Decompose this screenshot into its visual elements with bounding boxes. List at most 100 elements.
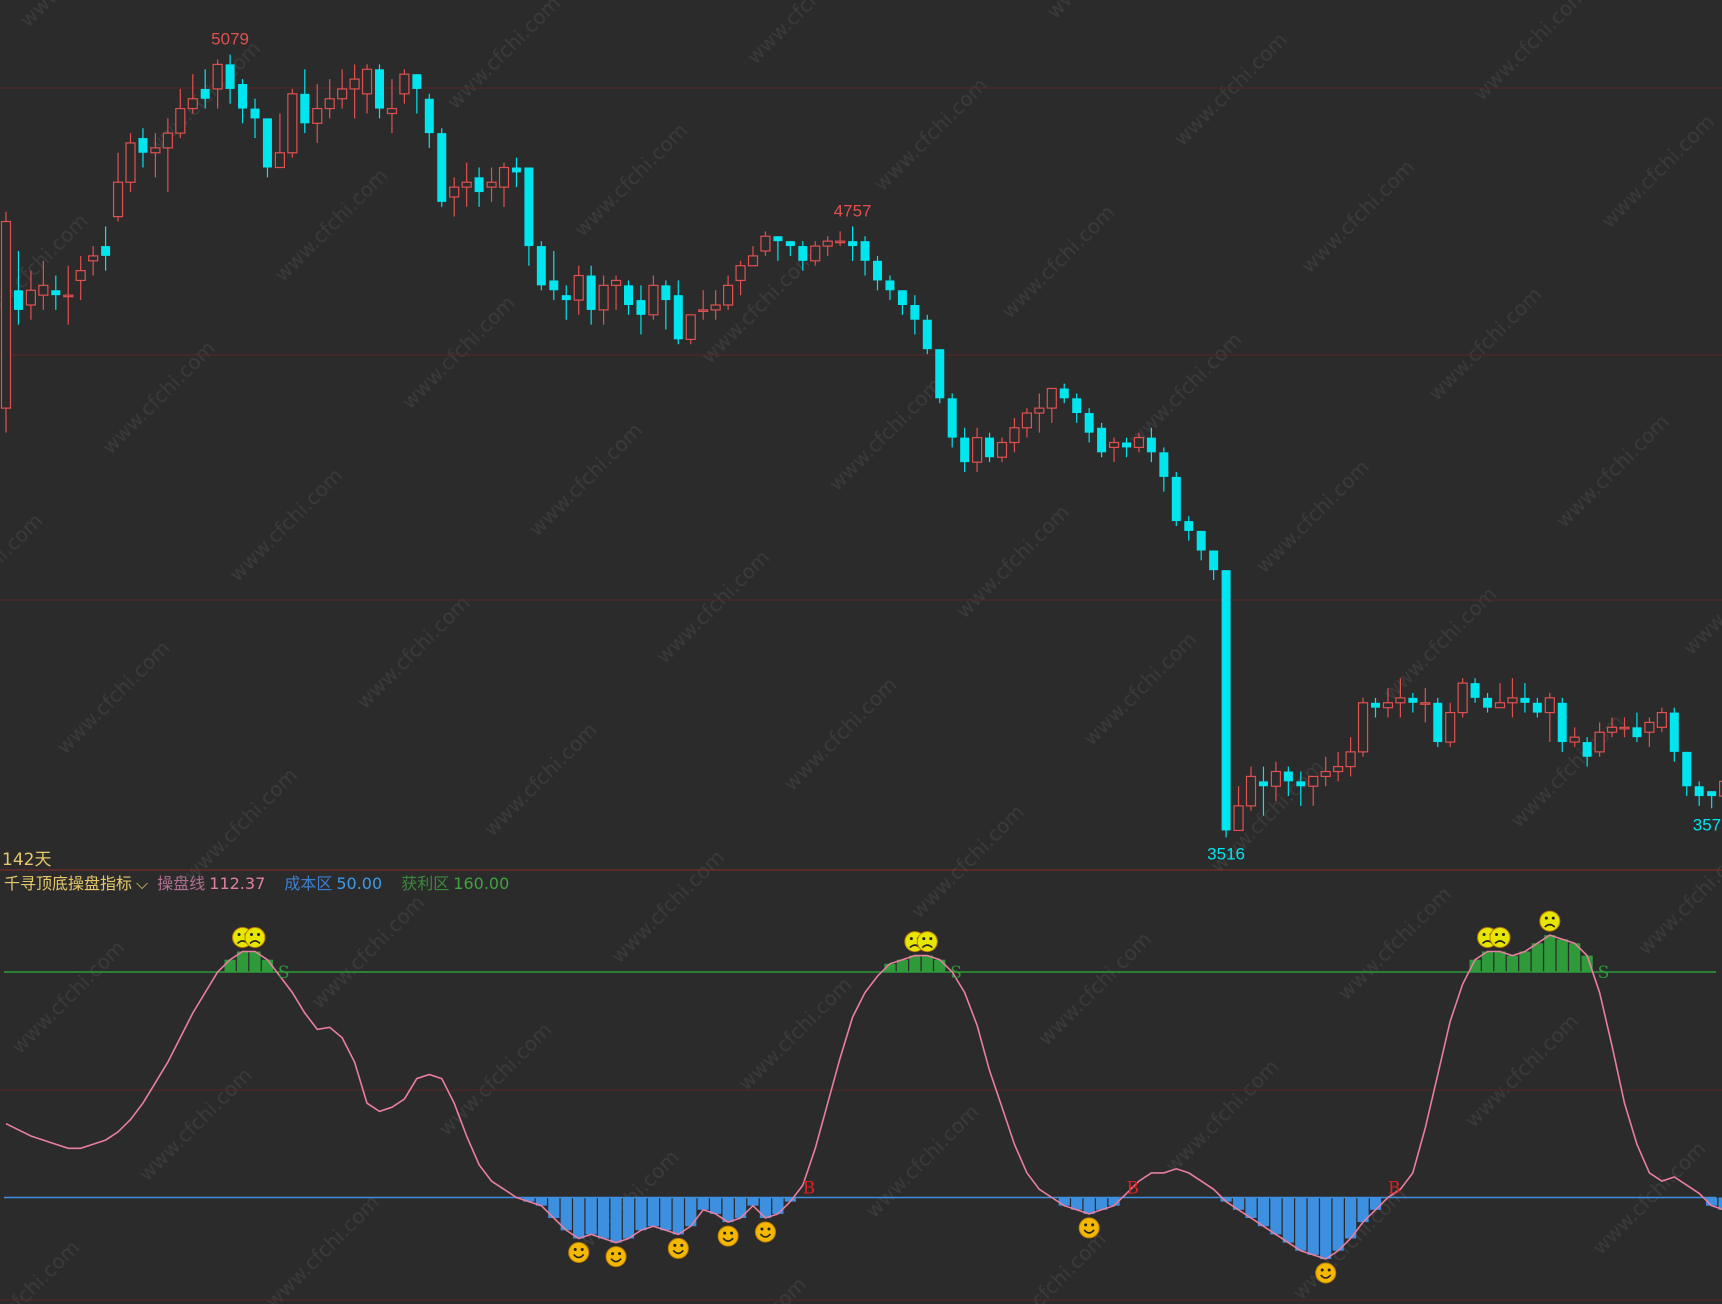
candle-body: [486, 181, 497, 188]
candle-body: [1320, 770, 1331, 778]
candle-body: [573, 274, 584, 301]
candle-body: [996, 441, 1008, 458]
smile-icon: [568, 1242, 590, 1263]
price-extreme-label: 3516: [1207, 844, 1245, 863]
indicator-header: 千寻顶底操盘指标 ⌵ 操盘线 112.37 成本区 50.00 获利区 160.00: [4, 870, 513, 894]
candle-body: [860, 241, 870, 261]
candle-body: [1395, 697, 1406, 704]
candle-body: [112, 181, 124, 218]
candle-body: [1046, 387, 1057, 409]
chevron-down-icon[interactable]: ⌵: [136, 874, 148, 893]
candle-body: [1233, 805, 1244, 832]
smile-icon: [754, 1221, 776, 1243]
candle-body: [835, 240, 846, 244]
candle-body: [960, 437, 970, 463]
candle-body: [586, 275, 596, 310]
candle-body: [1532, 702, 1542, 713]
candle-body: [138, 138, 148, 153]
candle-body: [698, 309, 709, 313]
candle-body: [511, 167, 521, 173]
candle-body: [375, 69, 384, 109]
candle-body: [785, 241, 795, 247]
candle-body: [598, 284, 609, 311]
candle-body: [873, 260, 882, 281]
candle-body: [1656, 711, 1667, 728]
candle-body: [212, 63, 223, 90]
candle-body: [1009, 427, 1020, 444]
candle-body: [1520, 697, 1530, 703]
candle-body: [1159, 452, 1169, 477]
candle-body: [287, 93, 298, 154]
candle-body: [324, 98, 335, 110]
candle-body: [561, 295, 571, 301]
candle-body: [822, 240, 833, 247]
candle-body: [461, 181, 472, 188]
candle-body: [412, 74, 422, 89]
candle-body: [1382, 702, 1394, 709]
smile-icon: [605, 1246, 627, 1268]
candle-body: [1619, 726, 1630, 730]
candle-body: [262, 118, 272, 168]
candle-body: [75, 270, 86, 282]
candle-body: [1196, 530, 1206, 551]
candle-body: [13, 290, 23, 310]
price-extreme-label: 4757: [834, 201, 872, 220]
candle-body: [1606, 726, 1618, 733]
candle-body: [274, 152, 285, 169]
candle-body: [760, 235, 771, 252]
buy-signal-label: B: [803, 1179, 816, 1199]
candle-body: [1184, 521, 1194, 531]
candle-body: [175, 107, 186, 134]
frown-icon: [244, 927, 266, 948]
candle-body: [437, 133, 447, 202]
candle-body: [1072, 398, 1082, 414]
candle-body: [1457, 682, 1468, 714]
candle-body: [1371, 702, 1380, 708]
candle-body: [536, 246, 546, 286]
smile-icon: [1315, 1262, 1337, 1284]
days-count-label: 142天: [2, 850, 52, 870]
candle-body: [1245, 775, 1257, 807]
smile-icon: [717, 1225, 739, 1247]
candle-body: [349, 78, 360, 90]
candle-body: [498, 166, 510, 188]
candle-body: [1483, 697, 1493, 708]
candle-body: [88, 255, 99, 262]
frown-icon: [916, 931, 938, 953]
line-value: 112.37: [209, 874, 266, 893]
candle-body: [1296, 781, 1306, 787]
candle-body: [1333, 766, 1344, 773]
candle-body: [985, 437, 995, 458]
candle-body: [1171, 476, 1181, 522]
candle-body: [1146, 437, 1156, 453]
candle-body: [636, 300, 646, 315]
candle-body: [25, 289, 36, 306]
profit-value: 160.00: [453, 874, 510, 893]
candle-body: [200, 88, 210, 99]
candle-body: [1494, 702, 1506, 709]
candle-body: [250, 108, 260, 119]
candle-body: [1470, 683, 1480, 698]
candle-body: [300, 93, 310, 124]
profit-label: 获利区: [401, 874, 450, 893]
candle-body: [910, 305, 920, 320]
candle-body: [424, 98, 434, 134]
buy-signal-label: B: [1127, 1179, 1140, 1199]
candle-body: [685, 314, 696, 340]
candle-body: [947, 398, 957, 438]
indicator-name[interactable]: 千寻顶底操盘指标: [4, 874, 132, 893]
sell-signal-label: S: [1598, 963, 1610, 983]
candle-body: [524, 167, 534, 247]
line-label: 操盘线: [157, 874, 206, 893]
smile-icon: [667, 1237, 689, 1259]
frown-icon: [1489, 927, 1511, 948]
candle-body: [1059, 388, 1069, 399]
candle-body: [922, 319, 932, 350]
candle-body: [549, 280, 559, 291]
candle-body: [63, 294, 74, 298]
cost-label: 成本区: [284, 874, 333, 893]
sell-signal-label: S: [950, 963, 962, 983]
stock-chart[interactable]: www.cfchi.com 50794757351635753893 SBSBB…: [0, 0, 1722, 1304]
candle-body: [399, 73, 410, 95]
candle-body: [885, 280, 895, 291]
